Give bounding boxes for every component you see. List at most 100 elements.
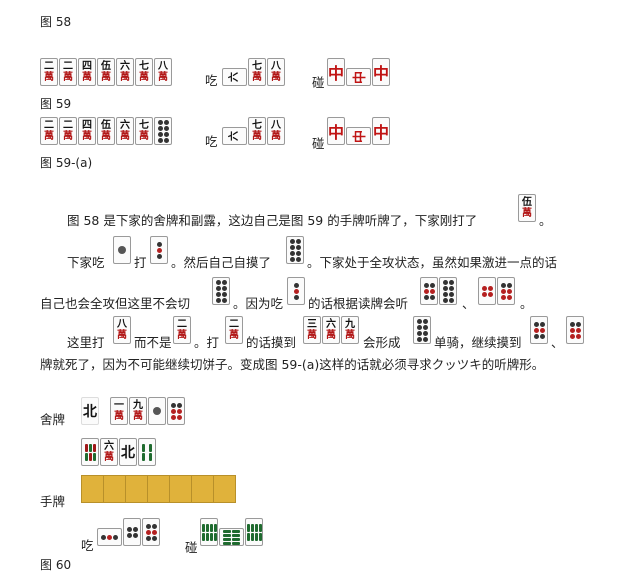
- tile-pin6: [566, 316, 584, 344]
- para-line-2a: 下家吃: [67, 255, 105, 270]
- para-line-4c: 。打: [194, 335, 220, 350]
- tile-man9: 九萬: [341, 316, 359, 344]
- tile-man9: 九萬: [129, 397, 147, 425]
- tile-pin8: [286, 236, 304, 264]
- inline-tile-pin8: [212, 277, 231, 305]
- inline-tile-man5: 伍萬: [518, 194, 537, 222]
- para-line-4b: 而不是: [134, 335, 172, 350]
- tile-man8: 八萬: [113, 316, 131, 344]
- inline-tile-pin8: [413, 316, 432, 344]
- tile-man7: 七萬: [248, 117, 266, 145]
- tile-pin5: [530, 316, 548, 344]
- inline-tiles-pin4-pin6: [478, 277, 516, 305]
- tile-man5: 伍萬: [97, 117, 115, 145]
- tile-pin3-sideways: [97, 528, 122, 546]
- tile-man2: 二萬: [40, 58, 58, 86]
- para-line-3c: 的话根据读牌会听: [308, 296, 409, 311]
- chi-label: 吃: [205, 73, 218, 88]
- inline-tile-pin1: [113, 236, 132, 264]
- tile-man2: 二萬: [59, 58, 77, 86]
- chi-label: 吃: [81, 538, 94, 553]
- tile-pin5: [142, 518, 160, 546]
- tile-man6: 六萬: [116, 117, 134, 145]
- para-line-2d: 。下家处于全攻状态，虽然如果激进一点的话: [307, 255, 558, 270]
- tile-sou8: [245, 518, 263, 546]
- tile-chun-sideways: 中: [346, 68, 371, 86]
- para-line-3b: 。因为吃: [233, 296, 284, 311]
- para-line-4f: 单骑，继续摸到: [434, 335, 522, 350]
- inline-tile-pin3: [150, 236, 169, 264]
- tile-man7: 七萬: [135, 117, 153, 145]
- tile-man4: 四萬: [78, 58, 96, 86]
- para-line-4d: 的话摸到: [246, 335, 297, 350]
- tile-man1: 一萬: [110, 397, 128, 425]
- tile-man6: 六萬: [100, 438, 118, 466]
- tile-pin8: [212, 277, 230, 305]
- tile-man5: 伍萬: [97, 58, 115, 86]
- tile-pin4: [123, 518, 141, 546]
- tile-sou9: [81, 438, 99, 466]
- para-line-4e: 会形成: [363, 335, 401, 350]
- tile-man6: 六萬: [322, 316, 340, 344]
- peng-label: 碰: [185, 540, 198, 555]
- inline-tile-man2: 二萬: [225, 316, 244, 344]
- tile-man2: 二萬: [59, 117, 77, 145]
- para-line-2c: 。然后自己自摸了: [171, 255, 272, 270]
- hidden-hand-tiles: [81, 475, 236, 503]
- inline-tiles-man3-man6-man9: 三萬 六萬 九萬: [303, 316, 360, 344]
- para-line-3e: 。: [520, 296, 533, 311]
- tile-man2: 二萬: [173, 316, 191, 344]
- inline-tiles-pin5-pin8: [420, 277, 458, 305]
- tile-man7: 七萬: [248, 58, 266, 86]
- tile-man2: 二萬: [40, 117, 58, 145]
- tile-pin6: [167, 397, 185, 425]
- discard-row-2: 六萬 北: [81, 438, 157, 466]
- para-line-1: 图 58 是下家的舍牌和副露，这边自己是图 59 的手牌听牌了，下家刚打了: [67, 213, 478, 228]
- tile-sou4: [138, 438, 156, 466]
- tile-pin3: [150, 236, 168, 264]
- tile-pin4: [478, 277, 496, 305]
- discard-row-1: 北 一萬 九萬: [81, 397, 186, 425]
- hand-label: 手牌: [40, 494, 66, 509]
- tile-chun: 中: [372, 58, 390, 86]
- tile-pin1: [113, 236, 131, 264]
- fig59-chi-meld: 六 七萬 八萬: [222, 117, 286, 145]
- tile-chun: 中: [327, 117, 345, 145]
- figure-60-caption: 图 60: [40, 558, 72, 572]
- inline-tile-pin3: [287, 277, 306, 305]
- tile-sou8: [200, 518, 218, 546]
- para-line-1-end: 。: [539, 213, 552, 228]
- tile-pei: 北: [119, 438, 137, 466]
- tile-sou8-sideways: [219, 528, 244, 546]
- figure-59a-caption: 图 59-(a): [40, 156, 93, 170]
- discard-label: 舍牌: [40, 412, 66, 427]
- tile-chun: 中: [372, 117, 390, 145]
- tile-pin8: [154, 117, 172, 145]
- figure-58-caption: 图 58: [40, 15, 72, 29]
- tile-pei: 北: [81, 397, 99, 425]
- tile-man8: 八萬: [154, 58, 172, 86]
- inline-tile-pin6: [566, 316, 585, 344]
- inline-tile-pin5: [530, 316, 549, 344]
- tile-pin8: [413, 316, 431, 344]
- tile-pin3: [287, 277, 305, 305]
- tile-man5: 伍萬: [518, 194, 536, 222]
- tile-chun-sideways: 中: [346, 127, 371, 145]
- inline-tile-pin8: [286, 236, 305, 264]
- tile-man3: 三萬: [303, 316, 321, 344]
- figure-59-caption: 图 59: [40, 97, 72, 111]
- fig58-chi-meld: 六 七萬 八萬: [222, 58, 286, 86]
- inline-tile-man2: 二萬: [173, 316, 192, 344]
- tile-man6-sideways: 六: [222, 127, 247, 145]
- tile-man8: 八萬: [267, 58, 285, 86]
- chi-label: 吃: [205, 134, 218, 149]
- para-line-4a: 这里打: [67, 335, 105, 350]
- para-line-2b: 打: [134, 255, 147, 270]
- para-line-5: 牌就死了，因为不可能继续切饼子。变成图 59-(a)这样的话就必须寻求クッツキ的…: [40, 357, 545, 372]
- tile-pin8: [439, 277, 457, 305]
- para-line-3d: 、: [462, 296, 475, 311]
- fig59-hand: 二萬 二萬 四萬 伍萬 六萬 七萬: [40, 117, 173, 145]
- tile-man6: 六萬: [116, 58, 134, 86]
- tile-man7: 七萬: [135, 58, 153, 86]
- peng-label: 碰: [312, 136, 325, 151]
